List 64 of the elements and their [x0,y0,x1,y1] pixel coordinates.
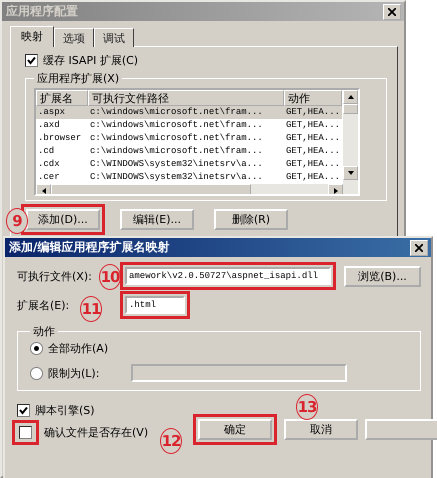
tab[interactable]: 映射 [10,26,54,47]
group-label: 动作 [32,324,56,339]
action-button[interactable]: 编辑(E)... [120,209,194,230]
up-arrow-icon [346,93,354,101]
down-arrow-icon [346,169,354,177]
radio-button[interactable] [30,366,43,380]
table-cell[interactable]: .cdx [36,158,88,171]
dialog-button[interactable]: 取消 [284,419,358,440]
table-cell[interactable]: .browser [36,132,88,145]
scroll-button[interactable] [328,184,343,194]
checkbox[interactable] [17,404,30,416]
checkbox[interactable] [25,54,38,67]
right-arrow-icon [332,187,340,194]
group-label: 应用程序扩展(X) [36,71,120,86]
browse-button[interactable]: 浏览(B)... [344,266,421,286]
table-cell[interactable]: c:\windows\microsoft.net\fram... [88,132,284,145]
horizontal-scrollbar[interactable] [36,184,343,194]
checkbox[interactable] [19,426,32,439]
column-header[interactable]: 动作 [284,90,342,106]
table-cell[interactable]: .cer [36,171,88,184]
radio-label: 限制为(L): [48,366,100,380]
table-cell[interactable]: GET,HEA... [284,119,342,132]
extension-field[interactable]: .html [125,296,185,314]
table-cell[interactable]: .axd [36,119,88,132]
table-cell[interactable]: GET,HEA... [284,158,342,171]
window-title: 添加/编辑应用程序扩展名映射 [9,239,170,256]
table-cell[interactable]: GET,HEA... [284,106,342,119]
dialog-button[interactable]: 确定 [198,419,272,440]
column-header[interactable]: 可执行文件路径 [88,90,284,106]
tab[interactable]: 选项 [54,28,94,47]
scrollbar-thumb[interactable] [51,184,251,194]
scroll-button[interactable] [343,90,358,104]
close-icon [415,244,423,252]
table-cell[interactable]: C:\WINDOWS\system32\inetsrv\a... [88,171,284,184]
table-cell[interactable]: c:\windows\microsoft.net\fram... [88,145,284,158]
radio-label: 全部动作(A) [48,341,108,356]
column-header[interactable]: 扩展名 [36,90,88,106]
checkbox-label: 缓存 ISAPI 扩展(C) [43,53,138,68]
table-cell[interactable]: GET,HEA... [284,145,342,158]
table-cell[interactable]: .aspx [36,106,88,119]
action-button[interactable]: 删除(R) [214,209,288,230]
checkbox-label: 脚本引擎(S) [35,402,95,418]
checkbox-label: 确认文件是否存在(V) [44,425,148,440]
scroll-button[interactable] [343,166,358,180]
field-label: 可执行文件(X): [17,268,92,284]
tab[interactable]: 调试 [94,28,134,47]
table-cell[interactable]: c:\windows\microsoft.net\fram... [88,119,284,132]
table-cell[interactable]: c:\windows\microsoft.net\fram... [88,106,284,119]
table-cell[interactable]: GET,HEA... [284,171,342,184]
table-cell[interactable]: .cd [36,145,88,158]
close-button[interactable] [410,240,428,256]
scrollbar-thumb[interactable] [343,104,358,114]
window-title: 应用程序配置 [6,3,78,20]
executable-path-field[interactable]: amework\v2.0.50727\aspnet_isapi.dll [125,267,331,285]
close-button[interactable] [383,4,401,20]
action-button[interactable]: 添加(D)... [26,209,100,230]
left-arrow-icon [40,187,48,194]
table-cell[interactable]: GET,HEA... [284,132,342,145]
table-cell[interactable]: C:\WINDOWS\system32\inetsrv\a... [88,158,284,171]
field-label: 扩展名(E): [17,298,70,312]
vertical-scrollbar[interactable] [343,90,358,194]
close-icon [388,8,396,16]
radio-button[interactable] [30,342,43,355]
scroll-button[interactable] [36,184,51,194]
